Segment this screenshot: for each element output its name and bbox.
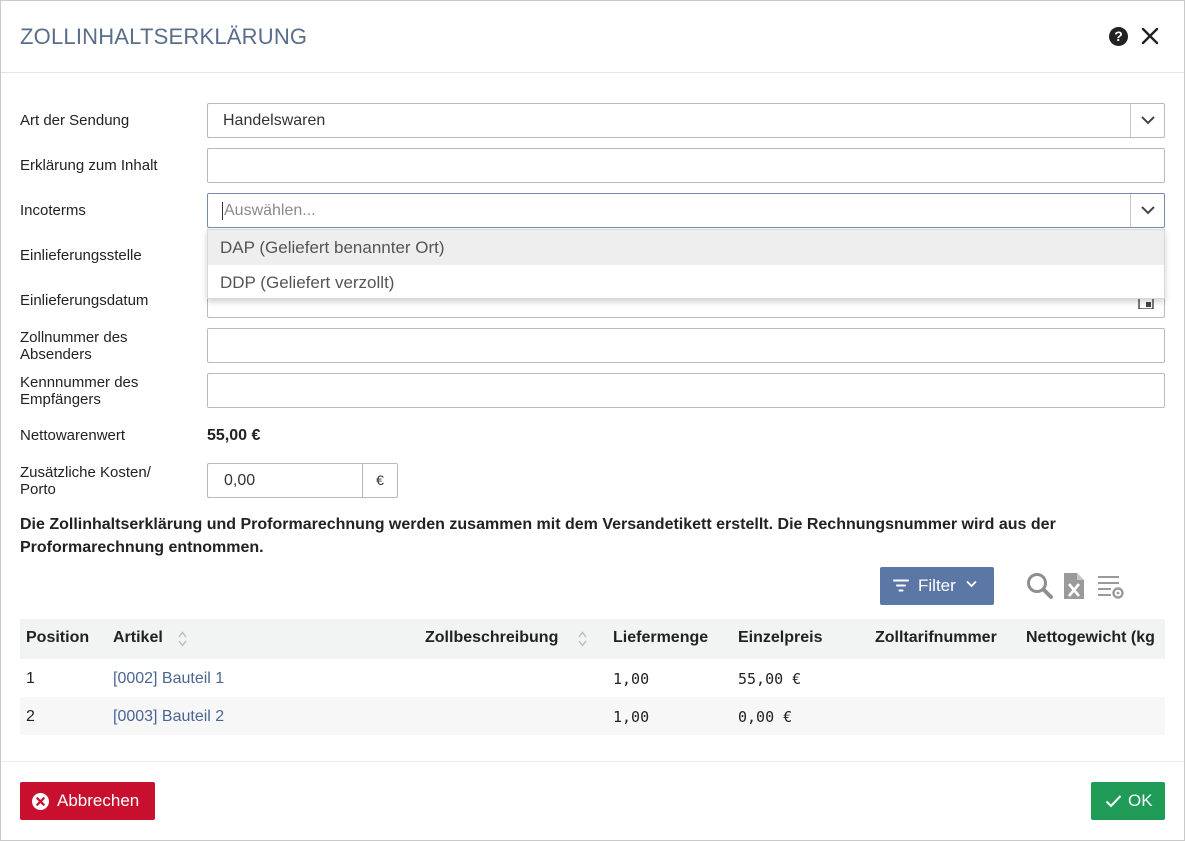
sort-icon[interactable] <box>578 630 587 648</box>
close-icon[interactable] <box>1140 26 1160 46</box>
kennnummer-input[interactable] <box>207 373 1165 408</box>
col-position[interactable]: Position <box>26 629 89 647</box>
art-der-sendung-dropdown-toggle[interactable] <box>1130 104 1164 137</box>
col-einzelpreis[interactable]: Einzelpreis <box>738 629 822 647</box>
incoterms-option-dap[interactable]: DAP (Geliefert benannter Ort) <box>208 230 1164 265</box>
chevron-down-icon <box>1141 116 1155 125</box>
nettowarenwert-value: 55,00 € <box>207 427 261 444</box>
col-artikel[interactable]: Artikel <box>113 629 163 647</box>
customs-declaration-dialog: ZOLLINHALTSERKLÄRUNG ? Art der Sendung H… <box>0 0 1185 841</box>
chevron-down-icon <box>1141 206 1155 215</box>
kennnummer-label: Kennnummer des Empfängers <box>20 374 139 408</box>
incoterms-placeholder: Auswählen... <box>224 202 316 219</box>
col-zollbeschreibung[interactable]: Zollbeschreibung <box>425 629 558 647</box>
cell-artikel-link[interactable]: [0002] Bauteil 1 <box>113 670 224 688</box>
search-icon[interactable] <box>1026 572 1054 600</box>
incoterms-label: Incoterms <box>20 202 86 219</box>
art-der-sendung-value: Handelswaren <box>223 112 326 129</box>
incoterms-select[interactable]: Auswählen... <box>207 193 1165 228</box>
einlieferungsdatum-label: Einlieferungsdatum <box>20 292 149 309</box>
incoterms-option-ddp[interactable]: DDP (Geliefert verzollt) <box>208 265 1164 300</box>
cell-liefermenge: 1,00 <box>613 708 650 726</box>
cancel-button[interactable]: Abbrechen <box>20 782 155 820</box>
cell-einzelpreis: 0,00 € <box>738 708 793 726</box>
art-der-sendung-select[interactable]: Handelswaren <box>207 103 1165 138</box>
art-der-sendung-label: Art der Sendung <box>20 112 130 129</box>
column-settings-icon[interactable] <box>1097 572 1125 600</box>
erklaerung-input[interactable] <box>207 148 1165 183</box>
zollnummer-label: Zollnummer des Absenders <box>20 329 128 363</box>
ok-button[interactable]: OK <box>1091 782 1165 820</box>
incoterms-dropdown-toggle[interactable] <box>1130 194 1164 227</box>
erklaerung-label: Erklärung zum Inhalt <box>20 157 158 174</box>
cell-liefermenge: 1,00 <box>613 670 650 688</box>
cell-artikel-link[interactable]: [0003] Bauteil 2 <box>113 708 224 726</box>
table-row[interactable]: 1 [0002] Bauteil 1 1,00 55,00 € <box>20 659 1165 697</box>
question-circle-icon[interactable]: ? <box>1109 27 1128 46</box>
footer-divider <box>1 761 1184 762</box>
items-table: Position Artikel Zollbeschreibung Liefer… <box>20 619 1165 737</box>
kosten-unit: € <box>362 463 398 498</box>
nettowarenwert-label: Nettowarenwert <box>20 427 126 444</box>
col-liefermenge[interactable]: Liefermenge <box>613 629 708 647</box>
sort-icon[interactable] <box>178 630 187 648</box>
cell-einzelpreis: 55,00 € <box>738 670 802 688</box>
table-header: Position Artikel Zollbeschreibung Liefer… <box>20 619 1165 659</box>
kosten-label: Zusätzliche Kosten/ Porto <box>20 464 151 498</box>
einlieferungsstelle-label: Einlieferungsstelle <box>20 247 142 264</box>
col-zolltarifnummer[interactable]: Zolltarifnummer <box>875 629 997 647</box>
filter-label: Filter <box>918 576 956 595</box>
ok-label: OK <box>1128 791 1153 810</box>
filter-icon <box>893 579 909 592</box>
dialog-header: ZOLLINHALTSERKLÄRUNG ? <box>1 1 1184 73</box>
col-nettogewicht[interactable]: Nettogewicht (kg <box>1026 629 1155 647</box>
cancel-circle-icon <box>32 793 49 810</box>
notice-text: Die Zollinhaltserklärung und Proformarec… <box>20 516 1056 556</box>
filter-button[interactable]: Filter <box>880 567 994 605</box>
chevron-down-icon <box>966 580 977 588</box>
kosten-input[interactable]: 0,00 <box>207 463 363 498</box>
cancel-label: Abbrechen <box>57 791 140 810</box>
text-caret <box>222 202 223 220</box>
table-row[interactable]: 2 [0003] Bauteil 2 1,00 0,00 € <box>20 697 1165 735</box>
zollnummer-input[interactable] <box>207 328 1165 363</box>
cell-position: 2 <box>26 708 35 725</box>
dialog-title: ZOLLINHALTSERKLÄRUNG <box>20 24 308 49</box>
excel-export-icon[interactable] <box>1063 572 1085 600</box>
cell-position: 1 <box>26 670 35 687</box>
kosten-value: 0,00 <box>224 472 256 489</box>
incoterms-dropdown-menu: DAP (Geliefert benannter Ort) DDP (Gelie… <box>207 229 1165 299</box>
checkmark-icon <box>1105 795 1122 808</box>
